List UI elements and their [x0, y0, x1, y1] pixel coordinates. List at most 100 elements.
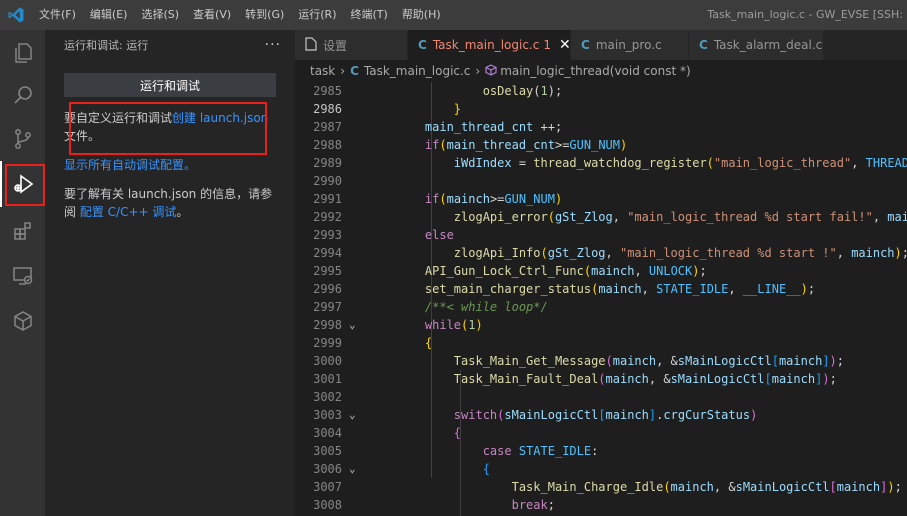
line-number: 3000 — [313, 354, 342, 368]
show-all-auto-debug-configs-link[interactable]: 显示所有自动调试配置。 — [64, 158, 196, 172]
code-line[interactable]: 3000 Task_Main_Get_Message(mainch, &sMai… — [295, 352, 907, 370]
fold-chevron-icon[interactable]: ⌄ — [349, 460, 363, 478]
tab-main-pro[interactable]: C main_pro.c — [571, 30, 689, 60]
vscode-logo-icon — [0, 0, 32, 30]
code-line[interactable]: 3001 Task_Main_Fault_Deal(mainch, &sMain… — [295, 370, 907, 388]
code-token: THREAD_WATCHDOG_ — [865, 156, 907, 170]
line-number: 3004 — [313, 426, 342, 440]
code-line[interactable]: 3002 — [295, 388, 907, 406]
code-text: zlogApi_error(gSt_Zlog, "main_logic_thre… — [396, 208, 907, 226]
code-token: "main_logic_thread %d start fail!" — [627, 210, 873, 224]
code-line[interactable]: 2998 ⌄ while(1) — [295, 316, 907, 334]
menu-item[interactable]: 文件(F) — [32, 0, 83, 30]
tab-label: Task_main_logic.c — [432, 38, 540, 52]
tab-settings[interactable]: 设置 — [295, 30, 408, 60]
code-token: main_thread_cnt — [424, 120, 534, 134]
code-line[interactable]: 2987 main_thread_cnt ++; — [295, 118, 907, 136]
code-token: ++; — [533, 120, 563, 134]
menu-item[interactable]: 编辑(E) — [83, 0, 135, 30]
code-token: "main_logic_thread" — [713, 156, 852, 170]
menu-item[interactable]: 查看(V) — [186, 0, 238, 30]
code-line[interactable]: 3007 Task_Main_Charge_Idle(mainch, &sMai… — [295, 478, 907, 496]
code-line[interactable]: 2997 /**< while loop*/ — [295, 298, 907, 316]
code-token: zlogApi_error — [453, 210, 548, 224]
menu-item[interactable]: 终端(T) — [344, 0, 395, 30]
code-line[interactable]: 2992 zlogApi_error(gSt_Zlog, "main_logic… — [295, 208, 907, 226]
code-line[interactable]: 2991 if(mainch>=GUN_NUM) — [295, 190, 907, 208]
code-token: iWdIndex — [453, 156, 512, 170]
extensions-icon[interactable] — [0, 208, 45, 254]
code-line[interactable]: 3003 ⌄ switch(sMainLogicCtl[mainch].crgCu… — [295, 406, 907, 424]
code-line[interactable]: 2999 { — [295, 334, 907, 352]
code-token: mainch — [612, 354, 657, 368]
cube-icon[interactable] — [0, 298, 45, 344]
code-token: ) — [829, 354, 837, 368]
menu-item[interactable]: 帮助(H) — [395, 0, 448, 30]
code-token: , & — [648, 372, 671, 386]
code-token: ) — [620, 138, 628, 152]
code-token: , — [612, 210, 628, 224]
tab-task-main-logic[interactable]: C Task_main_logic.c 1 ✕ — [408, 30, 571, 60]
code-line[interactable]: 2995 API_Gun_Lock_Ctrl_Func(mainch, UNLO… — [295, 262, 907, 280]
close-icon[interactable]: ✕ — [559, 37, 571, 53]
run-and-debug-button[interactable]: 运行和调试 — [64, 73, 276, 97]
code-line[interactable]: 3004 { — [295, 424, 907, 442]
tab-task-alarm-deal[interactable]: C Task_alarm_deal.c — [689, 30, 824, 60]
explorer-icon[interactable] — [0, 30, 45, 76]
code-token: while — [424, 318, 462, 332]
code-token: "main_logic_thread %d start !" — [619, 246, 837, 260]
line-number: 2997 — [313, 300, 342, 314]
fold-chevron-icon[interactable]: ⌄ — [349, 316, 363, 334]
menu-item[interactable]: 选择(S) — [134, 0, 186, 30]
code-token: ( — [583, 264, 592, 278]
code-line[interactable]: 3005 case STATE_IDLE: — [295, 442, 907, 460]
code-line[interactable]: 2986 } — [295, 100, 907, 118]
code-token: ) — [822, 372, 830, 386]
code-line[interactable]: 2996 set_main_charger_status(mainch, STA… — [295, 280, 907, 298]
code-token: >= — [489, 192, 505, 206]
code-token: ( — [663, 480, 671, 494]
code-line[interactable]: 3006 ⌄ { — [295, 460, 907, 478]
line-number: 2999 — [313, 336, 342, 350]
code-token: >= — [554, 138, 570, 152]
code-token: GUN_NUM — [569, 138, 620, 152]
code-token: { — [453, 426, 462, 440]
code-line[interactable]: 2988 if(main_thread_cnt>=GUN_NUM) — [295, 136, 907, 154]
code-line[interactable]: 3008 break; — [295, 496, 907, 514]
menu-bar: 文件(F) 编辑(E) 选择(S) 查看(V) 转到(G) 运行(R) 终端(T) 帮助(H) — [32, 0, 448, 30]
configure-cpp-debug-link[interactable]: 配置 C/C++ 调试 — [80, 205, 177, 219]
code-token: 1 — [468, 318, 476, 332]
fold-chevron-icon[interactable]: ⌄ — [349, 406, 363, 424]
code-line[interactable]: 2990 — [295, 172, 907, 190]
code-line[interactable]: 2994 zlogApi_Info(gSt_Zlog, "main_logic_… — [295, 244, 907, 262]
code-token: /**< while loop*/ — [424, 300, 548, 314]
code-line[interactable]: 2993 else — [295, 226, 907, 244]
search-icon[interactable] — [0, 72, 45, 118]
more-actions-icon[interactable]: ··· — [265, 37, 281, 53]
code-token: [ — [764, 372, 772, 386]
code-text: Task_Main_Get_Message(mainch, &sMainLogi… — [396, 352, 844, 370]
menu-item[interactable]: 运行(R) — [291, 0, 343, 30]
code-token: ; — [829, 372, 837, 386]
code-token: ) — [475, 318, 483, 332]
breadcrumb-file[interactable]: Task_main_logic.c — [364, 64, 471, 78]
remote-explorer-icon[interactable] — [0, 253, 45, 299]
code-line[interactable]: 2989 iWdIndex = thread_watchdog_register… — [295, 154, 907, 172]
code-token: 1 — [540, 84, 548, 98]
menu-item[interactable]: 转到(G) — [238, 0, 291, 30]
file-icon — [305, 36, 317, 54]
source-control-icon[interactable] — [0, 116, 45, 162]
code-token: ) — [692, 264, 700, 278]
breadcrumb-symbol[interactable]: main_logic_thread(void const *) — [500, 64, 690, 78]
breadcrumb-folder[interactable]: task — [310, 64, 335, 78]
code-editor[interactable]: 2985 osDelay(1); 2986 } 2987 main_thread_c… — [295, 82, 907, 516]
code-token: ( — [547, 210, 555, 224]
code-token: ( — [706, 156, 714, 170]
code-line[interactable]: 2985 osDelay(1); — [295, 82, 907, 100]
